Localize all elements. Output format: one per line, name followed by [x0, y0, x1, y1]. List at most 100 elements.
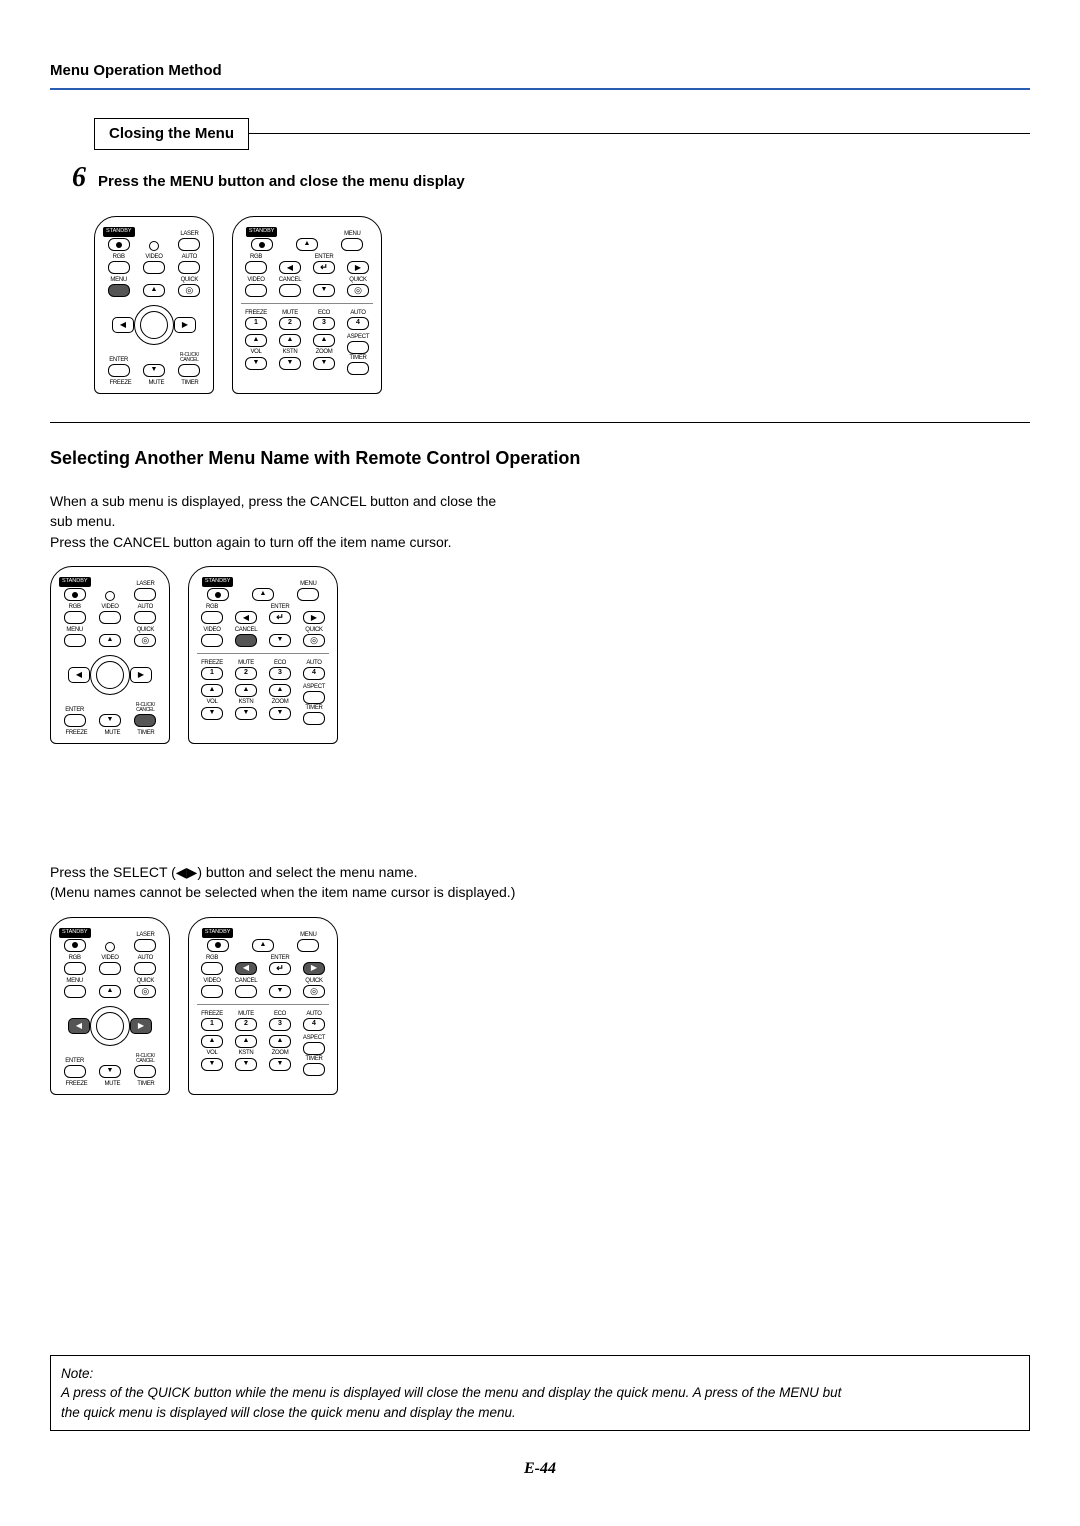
enter-button-b [313, 261, 335, 274]
left-button-b [235, 962, 257, 975]
cancel-button-b [235, 634, 257, 647]
dpad [68, 651, 152, 699]
label-kstn: KSTN [283, 349, 298, 355]
up-button-b [252, 588, 274, 601]
video-button [143, 261, 165, 274]
label-standby-b: STANDBY [202, 928, 234, 938]
step-6-row: 6 Press the MENU button and close the me… [50, 158, 1030, 199]
aspect-button [303, 1042, 325, 1055]
standby-button [108, 238, 130, 251]
laser-button [134, 588, 156, 601]
label-mute: MUTE [104, 1081, 120, 1087]
enter-button [64, 714, 86, 727]
laser-led [149, 241, 159, 251]
mute-button-b: 2 [279, 317, 301, 330]
quick-button [134, 985, 156, 998]
remote-b-2: STANDBY MENU RGB ENTER VIDEO CANCEL QUIC… [188, 566, 338, 744]
quick-button-b [303, 985, 325, 998]
section2-p4: (Menu names cannot be selected when the … [50, 882, 520, 902]
label-rgb: RGB [69, 955, 81, 961]
remote-illustration-2: STANDBY LASER RGB VIDEO AUTO MENU QUICK … [50, 566, 520, 744]
label-mute-b: MUTE [238, 660, 254, 666]
label-rclick-cancel: R-CLICK/ CANCEL [136, 1054, 155, 1064]
label-enter-b: ENTER [315, 254, 334, 260]
note-body-line1: A press of the QUICK button while the me… [61, 1385, 841, 1400]
vol-up [201, 684, 223, 697]
label-timer-b: TIMER [349, 355, 366, 361]
freeze-button-b: 1 [245, 317, 267, 330]
menu-button [108, 284, 130, 297]
vol-down [245, 357, 267, 370]
section2-p3: Press the SELECT (◀▶) button and select … [50, 862, 520, 882]
eco-button-b: 3 [269, 667, 291, 680]
label-mute: MUTE [148, 380, 164, 386]
menu-button [64, 985, 86, 998]
label-mute-b: MUTE [282, 310, 298, 316]
aspect-button [303, 691, 325, 704]
divider [50, 422, 1030, 423]
right-button [174, 317, 196, 333]
timer-button [303, 1063, 325, 1076]
cancel-button [178, 364, 200, 377]
label-eco-b: ECO [274, 660, 286, 666]
eco-button-b: 3 [313, 317, 335, 330]
label-menu-b: MENU [300, 932, 316, 938]
label-enter-b: ENTER [271, 955, 290, 961]
standby-button [64, 939, 86, 952]
laser-led [105, 942, 115, 952]
label-auto-b: AUTO [306, 660, 321, 666]
standby-button-b [251, 238, 273, 251]
label-rgb-b: RGB [206, 604, 218, 610]
right-button [130, 667, 152, 683]
label-auto: AUTO [182, 254, 197, 260]
label-zoom: ZOOM [272, 1050, 289, 1056]
label-menu-b: MENU [344, 231, 360, 237]
label-aspect: ASPECT [303, 1035, 325, 1041]
section-closing-menu: Closing the Menu [94, 118, 1030, 150]
standby-button [64, 588, 86, 601]
video-button [99, 962, 121, 975]
label-rgb: RGB [113, 254, 125, 260]
label-timer: TIMER [181, 380, 198, 386]
label-menu: MENU [66, 627, 82, 633]
page-header-title: Menu Operation Method [50, 60, 1030, 82]
label-video: VIDEO [101, 955, 118, 961]
down-button [99, 1065, 121, 1078]
menu-button [64, 634, 86, 647]
down-button-b [269, 634, 291, 647]
label-standby-b: STANDBY [202, 577, 234, 587]
kstn-down [235, 1058, 257, 1071]
label-standby: STANDBY [59, 928, 91, 938]
video-button [99, 611, 121, 624]
label-cancel-b: CANCEL [235, 627, 258, 633]
label-auto: AUTO [138, 955, 153, 961]
quick-button [178, 284, 200, 297]
label-freeze-b: FREEZE [245, 310, 267, 316]
auto-button [134, 611, 156, 624]
auto-button-b: 4 [303, 1018, 325, 1031]
zoom-up [269, 684, 291, 697]
auto-button-b: 4 [347, 317, 369, 330]
label-auto: AUTO [138, 604, 153, 610]
section-box-label: Closing the Menu [94, 118, 249, 150]
note-label: Note: [61, 1364, 1019, 1384]
left-button-b [279, 261, 301, 274]
menu-button-b [297, 939, 319, 952]
right-button [130, 1018, 152, 1034]
quick-button-b [303, 634, 325, 647]
remote-a-3: STANDBY LASER RGB VIDEO AUTO MENU QUICK … [50, 917, 170, 1095]
dpad [68, 1002, 152, 1050]
vol-down [201, 1058, 223, 1071]
section-box-rule [249, 133, 1030, 134]
quick-button [134, 634, 156, 647]
laser-button [134, 939, 156, 952]
up-button [99, 985, 121, 998]
label-kstn: KSTN [239, 1050, 254, 1056]
video-button-b [245, 284, 267, 297]
right-button-b [347, 261, 369, 274]
rgb-button [108, 261, 130, 274]
kstn-down [279, 357, 301, 370]
dpad [112, 301, 196, 349]
label-enter-b: ENTER [271, 604, 290, 610]
label-laser: LASER [180, 231, 198, 237]
